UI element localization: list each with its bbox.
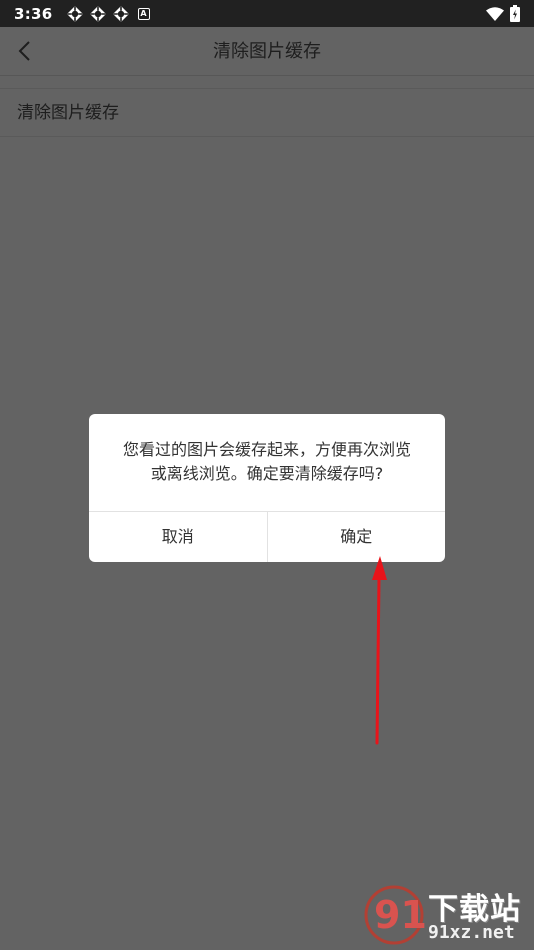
status-time: 3:36 <box>14 4 53 23</box>
system-icons <box>486 5 520 22</box>
watermark: 91 下载站 91xz.net <box>360 882 530 948</box>
app-bar: 清除图片缓存 <box>0 27 534 76</box>
dialog-message-line-2: 或离线浏览。确定要清除缓存吗? <box>150 464 384 483</box>
app-notification-icon <box>66 5 83 22</box>
watermark-mark-text: 91 <box>374 893 427 937</box>
cancel-button[interactable]: 取消 <box>89 512 267 562</box>
list-item-label: 清除图片缓存 <box>17 103 119 123</box>
dialog-message-line-1: 您看过的图片会缓存起来，方便再次浏览 <box>122 440 411 459</box>
a-badge-icon: A <box>137 7 150 20</box>
app-notification-icon <box>89 5 106 22</box>
wifi-icon <box>486 6 504 21</box>
notification-icons: A <box>66 5 150 22</box>
list-item-clear-image-cache[interactable]: 清除图片缓存 <box>0 88 534 137</box>
watermark-url: 91xz.net <box>428 922 515 943</box>
app-notification-icon <box>112 5 129 22</box>
battery-icon <box>510 5 520 22</box>
annotation-arrow-icon <box>372 556 387 745</box>
dialog-message: 您看过的图片会缓存起来，方便再次浏览 或离线浏览。确定要清除缓存吗? <box>89 414 445 512</box>
confirm-dialog: 您看过的图片会缓存起来，方便再次浏览 或离线浏览。确定要清除缓存吗? 取消 确定 <box>89 414 445 562</box>
confirm-button[interactable]: 确定 <box>266 512 446 562</box>
page-title: 清除图片缓存 <box>213 41 321 62</box>
status-bar: 3:36 A <box>0 0 534 27</box>
watermark-logo-icon: 91 <box>364 885 427 945</box>
